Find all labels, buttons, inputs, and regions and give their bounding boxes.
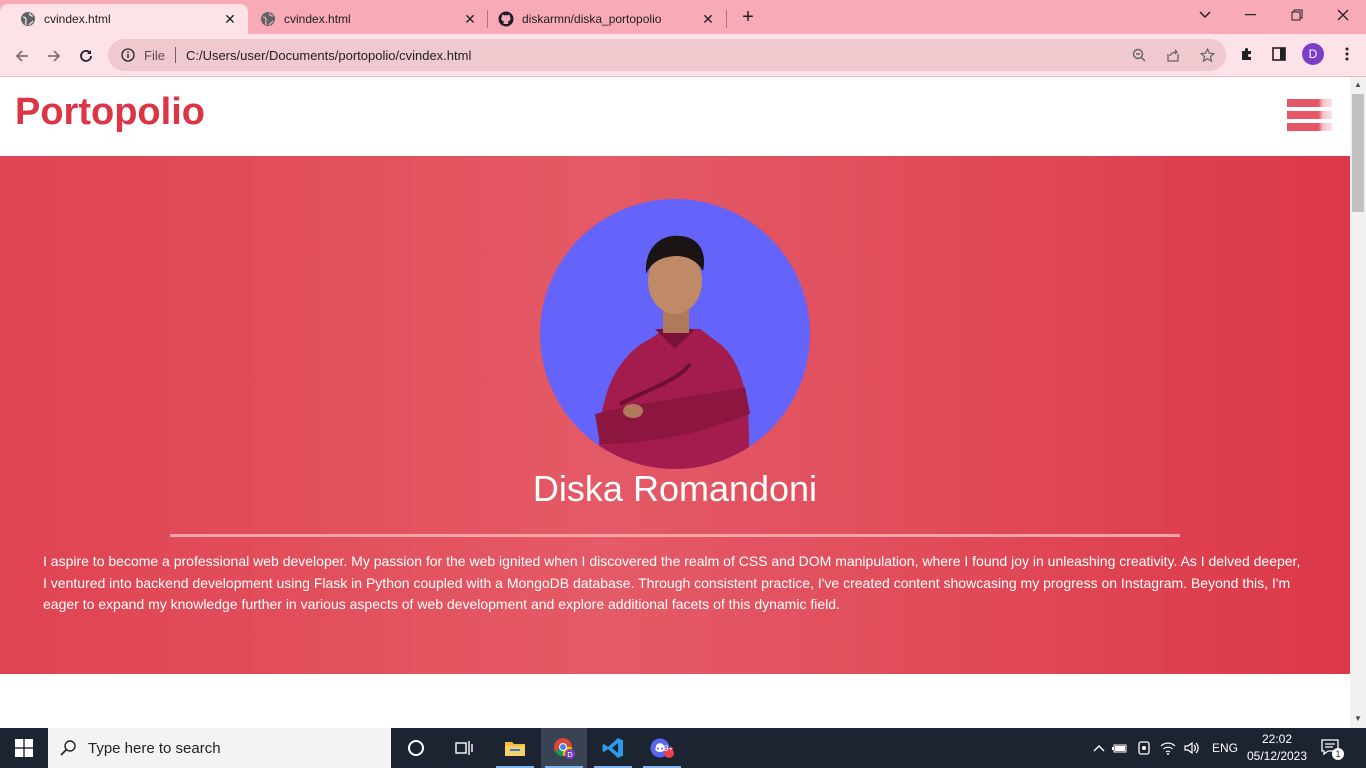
tab-title: cvindex.html <box>284 12 351 26</box>
tab-cvindex[interactable]: cvindex.html ✕ <box>240 4 488 34</box>
clock-time: 22:02 <box>1261 732 1293 746</box>
bookmark-star-icon[interactable] <box>1198 46 1216 64</box>
brand-logo-text[interactable]: Portopolio <box>15 91 205 134</box>
language-indicator[interactable]: ENG <box>1212 741 1238 755</box>
scrollbar-thumb[interactable] <box>1352 94 1364 212</box>
svg-text:D: D <box>567 751 572 759</box>
windows-taskbar: Type here to search D 9+ ENG 22:02 05/12… <box>0 728 1366 768</box>
tab-title: diskarmn/diska_portopolio <box>522 12 662 26</box>
info-icon[interactable] <box>120 47 136 63</box>
chevron-up-icon[interactable] <box>1090 744 1108 752</box>
globe-icon <box>20 11 36 27</box>
minimize-button[interactable] <box>1228 0 1274 30</box>
search-icon <box>48 739 88 757</box>
battery-icon[interactable] <box>1108 742 1132 754</box>
task-view-icon[interactable] <box>441 728 487 768</box>
notification-center-icon[interactable]: 1 <box>1320 738 1346 760</box>
notification-badge: 9+ <box>664 744 674 753</box>
tab-strip: cvindex.html ✕ cvindex.html ✕ diskarmn/d… <box>0 0 1366 34</box>
address-bar[interactable]: File C:/Users/user/Documents/portopolio/… <box>108 39 1226 71</box>
network-icon[interactable] <box>1156 741 1180 755</box>
taskbar-search-box[interactable]: Type here to search <box>48 728 391 768</box>
tab-title: cvindex.html <box>44 12 111 26</box>
profile-avatar[interactable]: D <box>1302 43 1324 65</box>
forward-button[interactable] <box>40 42 68 70</box>
back-button[interactable] <box>8 42 36 70</box>
hamburger-menu-icon[interactable] <box>1286 99 1332 133</box>
scroll-down-arrow-icon[interactable]: ▼ <box>1353 714 1363 724</box>
windows-start-icon[interactable] <box>0 728 48 768</box>
close-icon[interactable]: ✕ <box>700 11 716 27</box>
page-scrollbar[interactable]: ▲ ▼ <box>1350 77 1366 728</box>
github-icon <box>498 11 514 27</box>
address-divider <box>174 47 176 63</box>
scheme-label: File <box>144 47 165 63</box>
scroll-up-arrow-icon[interactable]: ▲ <box>1353 80 1363 90</box>
tab-divider <box>726 10 727 28</box>
system-clock[interactable]: 22:02 05/12/2023 <box>1240 731 1314 765</box>
extensions-puzzle-icon[interactable] <box>1238 43 1256 65</box>
person-name: Diska Romandoni <box>532 468 818 509</box>
page-viewport: Portopolio Diska Romandoni I aspire to b… <box>0 77 1350 728</box>
profile-photo <box>540 199 810 469</box>
zoom-icon[interactable] <box>1130 46 1148 64</box>
cortana-icon[interactable] <box>393 728 439 768</box>
restore-button[interactable] <box>1274 0 1320 30</box>
new-tab-button[interactable]: + <box>736 6 760 30</box>
side-panel-icon[interactable] <box>1270 43 1288 65</box>
section-divider <box>170 534 1180 537</box>
vscode-icon[interactable] <box>590 728 636 768</box>
reload-button[interactable] <box>72 42 100 70</box>
search-placeholder: Type here to search <box>88 739 221 757</box>
url-text[interactable]: C:/Users/user/Documents/portopolio/cvind… <box>186 48 471 63</box>
hero-section: Diska Romandoni I aspire to become a pro… <box>0 156 1350 674</box>
globe-icon <box>260 11 276 27</box>
browser-toolbar: File C:/Users/user/Documents/portopolio/… <box>0 34 1366 77</box>
tab-cvindex-active[interactable]: cvindex.html ✕ <box>0 4 248 34</box>
tab-search-button[interactable] <box>1182 0 1228 30</box>
notification-count: 1 <box>1332 748 1344 760</box>
volume-icon[interactable] <box>1180 741 1204 755</box>
more-menu-icon[interactable] <box>1338 43 1356 65</box>
clock-date: 05/12/2023 <box>1246 749 1308 763</box>
chrome-icon[interactable]: D <box>541 728 587 768</box>
device-icon[interactable] <box>1132 740 1156 756</box>
site-header: Portopolio <box>0 77 1350 156</box>
close-icon[interactable]: ✕ <box>462 11 478 27</box>
share-icon[interactable] <box>1164 46 1182 64</box>
tab-github[interactable]: diskarmn/diska_portopolio ✕ <box>478 4 726 34</box>
discord-icon[interactable]: 9+ <box>639 728 685 768</box>
close-icon[interactable]: ✕ <box>222 11 238 27</box>
bio-paragraph: I aspire to become a professional web de… <box>43 553 1301 612</box>
file-explorer-icon[interactable] <box>492 728 538 768</box>
close-window-button[interactable] <box>1320 0 1366 30</box>
